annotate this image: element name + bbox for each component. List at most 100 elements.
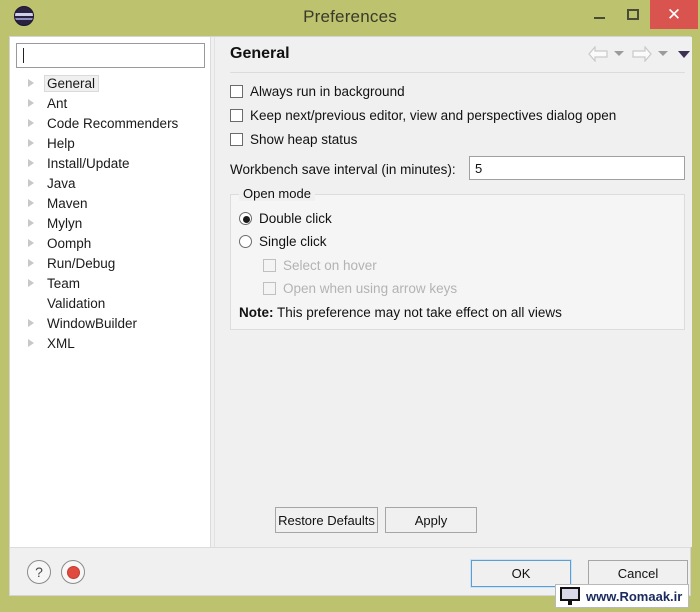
watermark-text: www.Romaak.ir <box>586 588 683 604</box>
help-glyph: ? <box>35 564 43 580</box>
tree-item-general[interactable]: General <box>10 73 210 93</box>
tree-item-label: Java <box>47 175 76 191</box>
checkbox-icon[interactable] <box>230 132 243 146</box>
monitor-icon <box>558 586 582 606</box>
chevron-right-icon[interactable] <box>28 199 34 207</box>
chevron-down-icon[interactable] <box>658 51 668 56</box>
header-divider <box>230 72 685 73</box>
text-caret <box>23 48 24 63</box>
close-button[interactable]: ✕ <box>650 0 698 29</box>
maximize-button[interactable] <box>616 0 650 29</box>
tree-item-label: Help <box>47 135 75 151</box>
checkbox-icon <box>263 259 276 272</box>
tree-item-run-debug[interactable]: Run/Debug <box>10 253 210 273</box>
page-title: General <box>230 45 290 62</box>
tree-item-install-update[interactable]: Install/Update <box>10 153 210 173</box>
note-text: This preference may not take effect on a… <box>277 305 562 320</box>
tree-item-xml[interactable]: XML <box>10 333 210 353</box>
record-dot-icon <box>66 565 80 579</box>
checkbox-icon[interactable] <box>230 84 243 98</box>
arrow-right-icon[interactable] <box>632 46 652 62</box>
tree-item-help[interactable]: Help <box>10 133 210 153</box>
checkbox-select-on-hover: Select on hover <box>263 258 377 273</box>
chevron-right-icon[interactable] <box>28 179 34 187</box>
minimize-button[interactable] <box>582 0 616 29</box>
tree-item-windowbuilder[interactable]: WindowBuilder <box>10 313 210 333</box>
arrow-left-icon[interactable] <box>588 46 608 62</box>
tree-item-ant[interactable]: Ant <box>10 93 210 113</box>
radio-icon[interactable] <box>239 212 252 225</box>
tree-item-label: WindowBuilder <box>47 315 138 331</box>
watermark: www.Romaak.ir <box>555 584 690 608</box>
chevron-right-icon[interactable] <box>28 79 34 87</box>
radio-label: Double click <box>259 211 332 226</box>
tree-item-label: Maven <box>47 195 88 211</box>
checkbox-show-heap-status[interactable]: Show heap status <box>230 127 685 151</box>
ok-button[interactable]: OK <box>470 559 572 588</box>
tree-item-label: Ant <box>47 95 68 111</box>
tree-item-java[interactable]: Java <box>10 173 210 193</box>
preference-page-pane: General Always run in background Keep ne… <box>218 37 692 547</box>
tree-item-maven[interactable]: Maven <box>10 193 210 213</box>
tree-item-oomph[interactable]: Oomph <box>10 233 210 253</box>
minimize-icon <box>593 16 605 19</box>
checkbox-label: Show heap status <box>250 131 358 147</box>
preference-content: Always run in background Keep next/previ… <box>230 79 685 330</box>
preferences-window: Preferences ✕ General Ant Code Recommend… <box>0 0 700 612</box>
checkbox-keep-dialog-open[interactable]: Keep next/previous editor, view and pers… <box>230 103 685 127</box>
checkbox-always-run-in-background[interactable]: Always run in background <box>230 79 685 103</box>
chevron-right-icon[interactable] <box>28 99 34 107</box>
radio-single-click[interactable]: Single click <box>239 234 327 249</box>
record-icon[interactable] <box>61 560 85 584</box>
save-interval-label: Workbench save interval (in minutes): <box>230 161 456 177</box>
preference-tree-pane: General Ant Code Recommenders Help Insta… <box>10 37 211 547</box>
radio-double-click[interactable]: Double click <box>239 211 332 226</box>
note-label: Note: <box>239 305 274 320</box>
tree-item-code-recommenders[interactable]: Code Recommenders <box>10 113 210 133</box>
tree-item-label: Code Recommenders <box>47 115 179 131</box>
preference-tree[interactable]: General Ant Code Recommenders Help Insta… <box>10 73 210 543</box>
tree-item-label: Oomph <box>47 235 92 251</box>
chevron-right-icon[interactable] <box>28 239 34 247</box>
close-icon: ✕ <box>666 5 682 24</box>
chevron-down-icon[interactable] <box>614 51 624 56</box>
checkbox-icon <box>263 282 276 295</box>
maximize-icon <box>627 9 639 20</box>
chevron-down-menu-icon[interactable] <box>678 51 690 58</box>
chevron-right-icon[interactable] <box>28 219 34 227</box>
chevron-right-icon[interactable] <box>28 339 34 347</box>
checkbox-label: Always run in background <box>250 83 405 99</box>
open-mode-note: Note: This preference may not take effec… <box>239 305 562 320</box>
radio-icon[interactable] <box>239 235 252 248</box>
apply-button[interactable]: Apply <box>385 507 477 533</box>
filter-input[interactable] <box>16 43 205 68</box>
checkbox-label: Open when using arrow keys <box>283 281 458 296</box>
checkbox-label: Keep next/previous editor, view and pers… <box>250 107 617 123</box>
save-interval-input[interactable] <box>469 156 685 180</box>
help-icon[interactable]: ? <box>27 560 51 584</box>
tree-item-label: Mylyn <box>47 215 83 231</box>
chevron-right-icon[interactable] <box>28 139 34 147</box>
chevron-right-icon[interactable] <box>28 279 34 287</box>
title-bar: Preferences ✕ <box>0 0 700 36</box>
chevron-right-icon[interactable] <box>28 319 34 327</box>
checkbox-icon[interactable] <box>230 108 243 122</box>
chevron-right-icon[interactable] <box>28 259 34 267</box>
pane-divider[interactable] <box>211 37 218 547</box>
page-header: General <box>218 37 692 73</box>
chevron-right-icon[interactable] <box>28 159 34 167</box>
tree-item-mylyn[interactable]: Mylyn <box>10 213 210 233</box>
tree-item-validation[interactable]: Validation <box>10 293 210 313</box>
tree-item-label: Run/Debug <box>47 255 116 271</box>
tree-item-label: XML <box>47 335 75 351</box>
tree-item-label: General <box>44 74 100 92</box>
open-mode-group: Open mode Double click Single click Sele… <box>230 186 685 330</box>
chevron-right-icon[interactable] <box>28 119 34 127</box>
restore-defaults-button[interactable]: Restore Defaults <box>275 507 378 533</box>
checkbox-open-with-arrow-keys: Open when using arrow keys <box>263 281 457 296</box>
open-mode-legend: Open mode <box>239 186 315 201</box>
radio-label: Single click <box>259 234 327 249</box>
cancel-button[interactable]: Cancel <box>588 560 688 587</box>
tree-item-team[interactable]: Team <box>10 273 210 293</box>
save-interval-row: Workbench save interval (in minutes): <box>230 154 685 184</box>
